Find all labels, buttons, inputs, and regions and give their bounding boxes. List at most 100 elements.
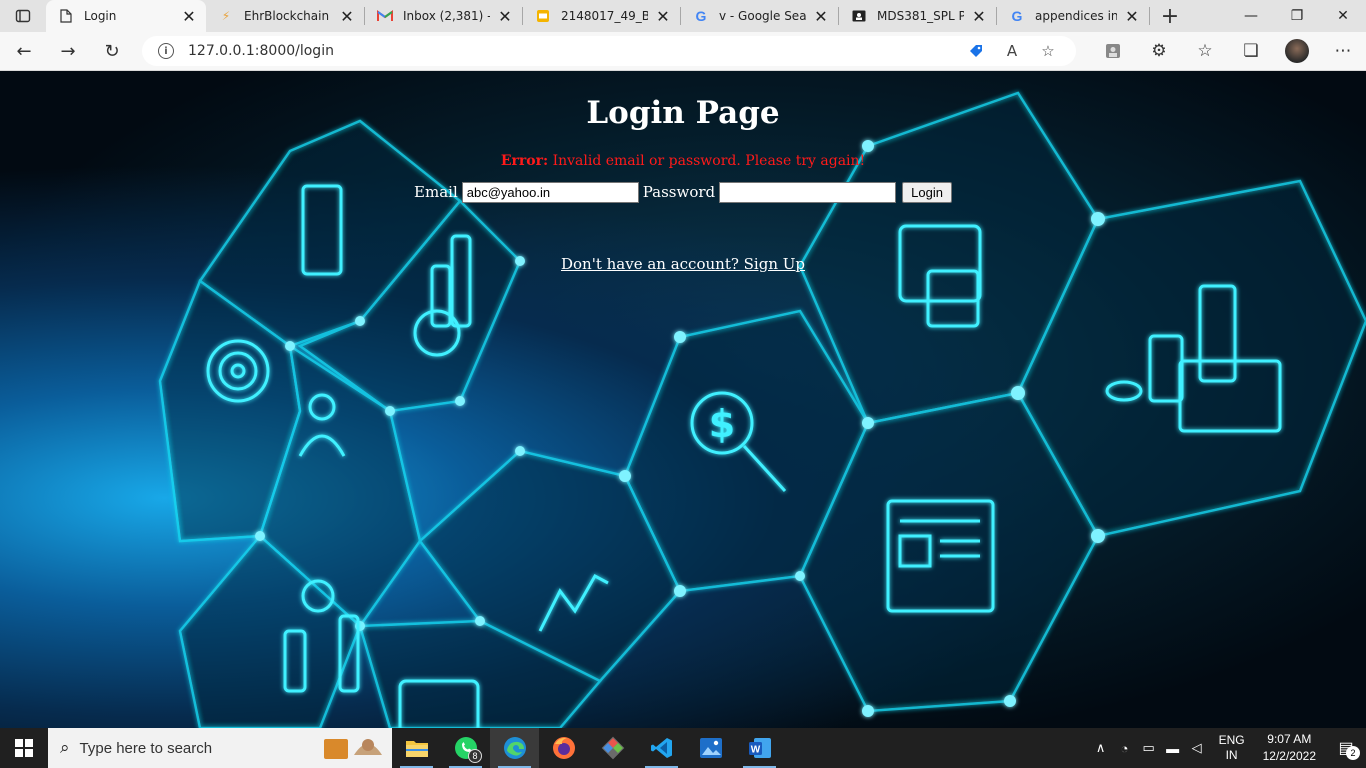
close-tab-icon[interactable]: ✕ — [654, 7, 672, 26]
system-tray: ∧ ◔ ▭ ▬ ◁ ENG IN 9:07 AM 12/2/2022 ▤ 2 — [1089, 728, 1366, 768]
error-text: Invalid email or password. Please try ag… — [548, 153, 866, 169]
taskbar: ⌕ Type here to search 8 W ∧ ◔ ▭ ▬ ◁ ENG … — [0, 728, 1366, 768]
signup-link[interactable]: Don't have an account? Sign Up — [561, 255, 805, 273]
truffle-icon: ⚡ — [221, 9, 231, 23]
profile-switch-icon[interactable] — [1090, 35, 1136, 67]
page-icon — [58, 8, 74, 24]
folder-icon — [405, 741, 428, 757]
close-window-button[interactable]: ✕ — [1320, 0, 1366, 32]
firefox-icon — [552, 737, 575, 759]
slides-icon — [535, 8, 551, 24]
speaker-icon[interactable]: ◁ — [1185, 740, 1209, 756]
language-code: ENG — [1218, 733, 1245, 747]
email-field[interactable] — [461, 181, 639, 203]
wifi-icon[interactable]: ◔ — [1113, 741, 1137, 756]
edge-icon — [503, 737, 526, 759]
edge-button[interactable] — [490, 728, 539, 768]
tab-title: MDS381_SPL Proj — [877, 9, 964, 23]
google-icon: G — [695, 8, 707, 24]
tab-strip: Login ✕ ⚡ EhrBlockchain - C ✕ Inbox (2,3… — [0, 0, 1366, 32]
tag-icon[interactable] — [958, 39, 994, 63]
url-text: 127.0.0.1:8000/login — [188, 43, 334, 59]
close-tab-icon[interactable]: ✕ — [1123, 7, 1141, 26]
clock-date: 12/2/2022 — [1262, 749, 1316, 763]
tab-login[interactable]: Login ✕ — [46, 0, 206, 32]
battery-icon[interactable]: ▬ — [1161, 741, 1185, 756]
browser-toolbar: ← → ↻ i 127.0.0.1:8000/login A ☆ ⚙ ☆ ❏ ⋯ — [0, 32, 1366, 71]
word-button[interactable]: W — [735, 728, 784, 768]
tab-google-search[interactable]: G v - Google Search ✕ — [681, 0, 838, 32]
tab-title: EhrBlockchain - C — [244, 9, 332, 23]
language-indicator[interactable]: ENG IN — [1219, 733, 1245, 763]
notification-center-button[interactable]: ▤ 2 — [1326, 728, 1366, 768]
read-aloud-icon[interactable]: A — [994, 39, 1030, 63]
window-controls: — ❐ ✕ — [1228, 0, 1366, 32]
whatsapp-button[interactable]: 8 — [441, 728, 490, 768]
git-app-button[interactable] — [588, 728, 637, 768]
search-highlight-illustration-icon — [324, 739, 382, 759]
site-info-icon[interactable]: i — [158, 43, 174, 59]
page-viewport: $ Login Page Error: Invalid email or pas… — [0, 71, 1366, 728]
avatar[interactable] — [1285, 39, 1309, 63]
photos-icon — [699, 738, 722, 758]
photos-button[interactable] — [686, 728, 735, 768]
whatsapp-badge: 8 — [468, 749, 482, 763]
start-button[interactable] — [0, 728, 48, 768]
word-icon: W — [748, 738, 771, 758]
tab-title: v - Google Search — [719, 9, 806, 23]
region-code: IN — [1225, 748, 1238, 762]
refresh-button[interactable]: ↻ — [92, 35, 132, 67]
arrow-left-icon: ← — [16, 40, 32, 62]
address-bar[interactable]: i 127.0.0.1:8000/login A ☆ — [142, 36, 1076, 66]
favorites-icon[interactable]: ☆ — [1182, 35, 1228, 67]
classroom-icon — [851, 8, 867, 24]
login-form: Email Password Login — [0, 181, 1366, 203]
windows-logo-icon — [15, 739, 33, 757]
clock[interactable]: 9:07 AM 12/2/2022 — [1263, 731, 1316, 765]
error-label: Error: — [500, 153, 549, 169]
new-tab-button[interactable]: + — [1150, 0, 1190, 32]
tab-actions-icon — [15, 9, 31, 23]
tab-ehrblockchain[interactable]: ⚡ EhrBlockchain - C ✕ — [206, 0, 364, 32]
close-tab-icon[interactable]: ✕ — [338, 7, 356, 26]
extensions-icon[interactable]: ⚙ — [1136, 35, 1182, 67]
file-explorer-button[interactable] — [392, 728, 441, 768]
tab-mds381[interactable]: MDS381_SPL Proj ✕ — [839, 0, 996, 32]
restore-button[interactable]: ❐ — [1274, 0, 1320, 32]
git-diamond-icon — [601, 736, 624, 760]
login-content: Login Page Error: Invalid email or passw… — [0, 71, 1366, 273]
collections-icon[interactable]: ❏ — [1228, 35, 1274, 67]
close-tab-icon[interactable]: ✕ — [812, 7, 830, 26]
back-button[interactable]: ← — [4, 35, 44, 67]
minimize-button[interactable]: — — [1228, 0, 1274, 32]
close-tab-icon[interactable]: ✕ — [180, 7, 198, 26]
google-icon: G — [1011, 8, 1023, 24]
toolbar-actions: ⚙ ☆ ❏ ⋯ — [1090, 35, 1366, 67]
favorite-star-icon[interactable]: ☆ — [1030, 39, 1066, 63]
close-tab-icon[interactable]: ✕ — [970, 7, 988, 26]
vscode-icon — [650, 738, 672, 758]
tab-slides[interactable]: 2148017_49_Bloc ✕ — [523, 0, 680, 32]
arrow-right-icon: → — [60, 40, 76, 62]
firefox-button[interactable] — [539, 728, 588, 768]
password-field[interactable] — [719, 181, 897, 203]
more-menu-icon[interactable]: ⋯ — [1320, 35, 1366, 67]
tab-title: Inbox (2,381) - pa — [403, 9, 490, 23]
battery-saver-icon[interactable]: ▭ — [1137, 740, 1161, 756]
vscode-button[interactable] — [637, 728, 686, 768]
svg-text:W: W — [750, 745, 760, 756]
tab-actions-button[interactable] — [0, 0, 46, 32]
login-button[interactable]: Login — [902, 181, 952, 203]
tab-gmail[interactable]: Inbox (2,381) - pa ✕ — [365, 0, 522, 32]
chevron-up-icon[interactable]: ∧ — [1089, 740, 1113, 756]
svg-text:$: $ — [709, 402, 735, 446]
taskbar-search[interactable]: ⌕ Type here to search — [48, 728, 392, 768]
refresh-icon: ↻ — [104, 40, 120, 62]
notification-badge: 2 — [1346, 746, 1360, 760]
email-label: Email — [414, 183, 458, 201]
close-tab-icon[interactable]: ✕ — [496, 7, 514, 26]
forward-button[interactable]: → — [48, 35, 88, 67]
plus-icon: + — [1160, 3, 1180, 29]
gmail-icon — [377, 8, 393, 24]
tab-appendices[interactable]: G appendices in res ✕ — [997, 0, 1149, 32]
